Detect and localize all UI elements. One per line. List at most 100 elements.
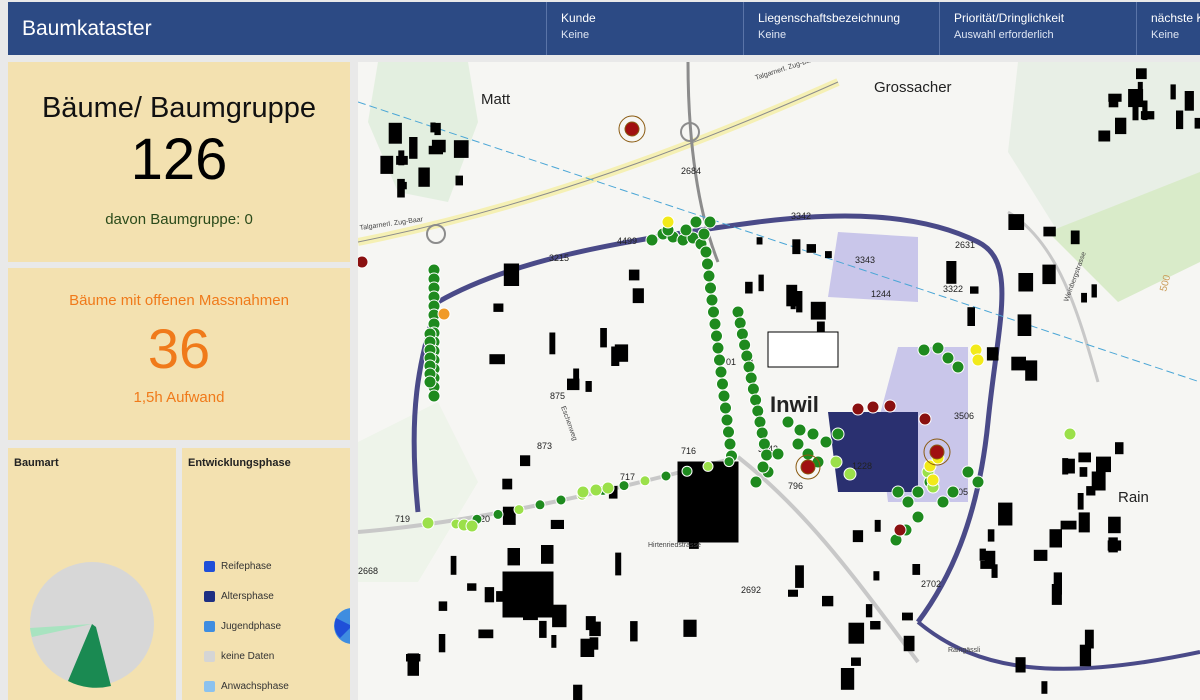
tree-marker[interactable]	[738, 338, 752, 352]
tree-marker[interactable]	[689, 215, 703, 229]
legend-item[interactable]: Jugendphase	[204, 611, 289, 641]
tree-marker[interactable]	[465, 519, 479, 533]
tree-marker[interactable]	[941, 351, 955, 365]
tree-marker[interactable]	[576, 485, 590, 499]
tree-marker[interactable]	[589, 483, 603, 497]
tree-marker[interactable]	[961, 465, 975, 479]
tree-marker[interactable]	[891, 485, 905, 499]
tree-marker[interactable]	[926, 473, 940, 487]
tree-marker[interactable]	[751, 404, 765, 418]
tree-marker[interactable]	[740, 349, 754, 363]
tree-marker[interactable]	[760, 448, 774, 462]
tree-marker[interactable]	[733, 316, 747, 330]
tree-map[interactable]: Matt Grossacher Inwil Rain Talgarnerl. Z…	[358, 62, 1200, 700]
tree-marker[interactable]	[719, 401, 732, 415]
map-canvas[interactable]: Matt Grossacher Inwil Rain Talgarnerl. Z…	[358, 62, 1200, 700]
tree-marker[interactable]	[714, 365, 728, 379]
filter-naechste-kontrolle[interactable]: nächste K Keine	[1136, 2, 1200, 55]
tree-marker[interactable]	[701, 257, 714, 271]
baumart-pie-chart[interactable]	[8, 448, 176, 700]
tree-marker[interactable]	[917, 343, 931, 357]
legend-item[interactable]: keine Daten	[204, 641, 289, 671]
tree-marker[interactable]	[720, 413, 734, 427]
tree-marker[interactable]	[492, 508, 504, 520]
tree-marker[interactable]	[723, 437, 737, 451]
tree-marker[interactable]	[513, 504, 525, 516]
tree-marker[interactable]	[800, 459, 816, 475]
tree-marker[interactable]	[679, 223, 693, 237]
tree-marker[interactable]	[645, 233, 659, 247]
tree-marker[interactable]	[753, 415, 767, 429]
tree-marker[interactable]	[697, 227, 711, 241]
tree-marker[interactable]	[971, 353, 985, 367]
tree-marker[interactable]	[722, 425, 735, 439]
tree-marker[interactable]	[757, 437, 771, 451]
filter-kunde[interactable]: Kunde Keine	[546, 2, 743, 55]
tree-marker[interactable]	[866, 400, 880, 414]
tree-marker[interactable]	[624, 121, 640, 137]
tree-marker[interactable]	[717, 389, 731, 403]
tree-marker[interactable]	[618, 480, 630, 492]
tree-marker[interactable]	[702, 460, 714, 472]
tree-marker[interactable]	[971, 475, 985, 489]
tree-marker[interactable]	[883, 399, 897, 413]
tree-marker[interactable]	[911, 485, 925, 499]
tree-marker[interactable]	[746, 382, 760, 396]
tree-marker[interactable]	[705, 293, 719, 307]
tree-marker[interactable]	[681, 465, 693, 477]
tree-marker[interactable]	[534, 499, 546, 511]
tree-marker[interactable]	[801, 447, 815, 461]
tree-marker[interactable]	[931, 341, 945, 355]
tree-marker[interactable]	[806, 427, 820, 441]
tree-marker[interactable]	[901, 495, 915, 509]
tree-marker[interactable]	[771, 447, 785, 461]
entwicklung-pie-chart[interactable]	[334, 606, 350, 646]
tree-marker[interactable]	[639, 475, 651, 487]
tree-marker[interactable]	[742, 360, 756, 374]
tree-marker[interactable]	[1063, 427, 1077, 441]
tree-marker[interactable]	[601, 481, 615, 495]
tree-marker[interactable]	[660, 470, 672, 482]
tree-marker[interactable]	[710, 329, 723, 343]
filter-liegenschaft[interactable]: Liegenschaftsbezeichnung Keine	[743, 2, 939, 55]
tree-marker[interactable]	[421, 516, 435, 530]
tree-marker[interactable]	[749, 393, 763, 407]
tree-marker[interactable]	[918, 412, 932, 426]
tree-marker[interactable]	[716, 377, 729, 391]
tree-marker[interactable]	[731, 305, 745, 319]
tree-marker[interactable]	[893, 523, 907, 537]
tree-marker[interactable]	[831, 427, 845, 441]
tree-marker[interactable]	[791, 437, 805, 451]
tree-marker[interactable]	[437, 307, 451, 321]
tree-marker[interactable]	[843, 467, 857, 481]
tree-marker[interactable]	[723, 456, 735, 468]
legend-item[interactable]: Reifephase	[204, 551, 289, 581]
tree-marker[interactable]	[699, 245, 713, 259]
tree-marker[interactable]	[755, 426, 769, 440]
legend-item[interactable]: Altersphase	[204, 581, 289, 611]
tree-marker[interactable]	[781, 415, 795, 429]
legend-item[interactable]: Anwachsphase	[204, 671, 289, 700]
tree-marker[interactable]	[929, 444, 945, 460]
tree-marker[interactable]	[661, 215, 675, 229]
tree-marker[interactable]	[749, 475, 763, 489]
tree-marker[interactable]	[555, 494, 567, 506]
tree-marker[interactable]	[423, 375, 437, 389]
tree-marker[interactable]	[708, 317, 722, 331]
tree-marker[interactable]	[358, 255, 369, 269]
tree-marker[interactable]	[702, 269, 716, 283]
filter-prioritaet[interactable]: Priorität/Dringlichkeit Auswahl erforder…	[939, 2, 1136, 55]
tree-marker[interactable]	[756, 460, 770, 474]
tree-marker[interactable]	[744, 371, 758, 385]
tree-marker[interactable]	[704, 281, 717, 295]
tree-marker[interactable]	[703, 215, 717, 229]
tree-marker[interactable]	[793, 423, 807, 437]
tree-marker[interactable]	[735, 327, 749, 341]
tree-marker[interactable]	[829, 455, 843, 469]
tree-marker[interactable]	[946, 485, 960, 499]
tree-marker[interactable]	[427, 389, 441, 403]
tree-marker[interactable]	[713, 353, 726, 367]
tree-marker[interactable]	[711, 341, 725, 355]
tree-marker[interactable]	[851, 402, 865, 416]
tree-marker[interactable]	[951, 360, 965, 374]
